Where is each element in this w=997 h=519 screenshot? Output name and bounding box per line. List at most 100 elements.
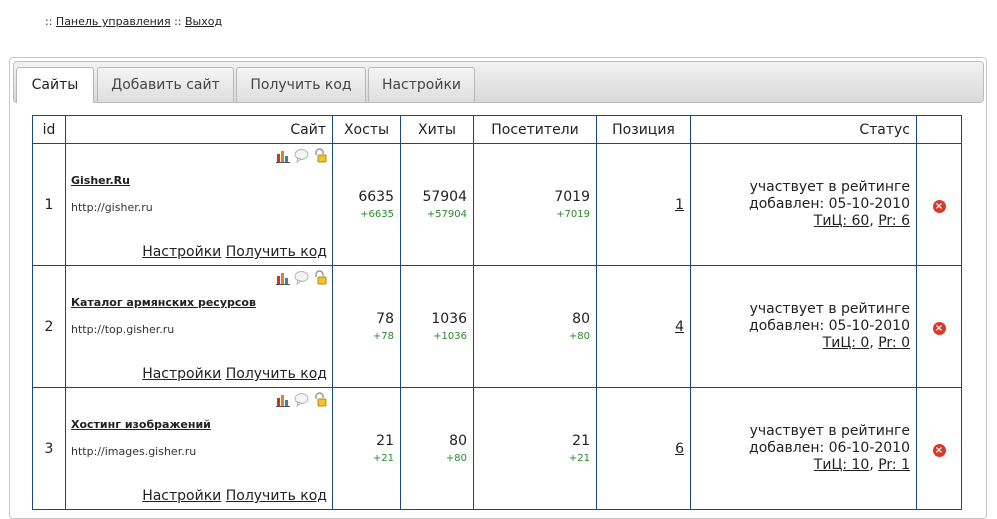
added-date: добавлен: 05-10-2010: [749, 318, 910, 334]
site-cell: Хостинг изображений http://images.gisher…: [65, 387, 333, 510]
visitors-value: 7019: [554, 189, 590, 205]
tab-bar: Сайты Добавить сайт Получить код Настрой…: [13, 61, 984, 103]
delete-icon[interactable]: ×: [932, 443, 946, 457]
added-date: добавлен: 05-10-2010: [749, 196, 910, 212]
position-cell: 6: [596, 387, 691, 510]
hits-value: 57904: [422, 189, 467, 205]
visitors-value: 80: [572, 311, 590, 327]
comment-bubble-icon[interactable]: [294, 270, 309, 286]
status-cell: участвует в рейтинге добавлен: 05-10-201…: [690, 143, 917, 266]
tic-link[interactable]: ТиЦ: 10: [814, 457, 870, 473]
site-actions: Настройки Получить код: [142, 244, 327, 260]
col-status: Статус: [690, 115, 917, 144]
nav-separator: ::: [174, 15, 182, 28]
position-cell: 1: [596, 143, 691, 266]
table-row: 3 Хостинг изображений http://images.gish…: [32, 387, 962, 510]
site-get-code-link[interactable]: Получить код: [226, 244, 327, 260]
site-settings-link[interactable]: Настройки: [142, 366, 221, 382]
status-text: участвует в рейтинге: [749, 179, 910, 195]
position-link[interactable]: 6: [675, 441, 684, 457]
hits-delta: +1036: [433, 331, 467, 342]
site-name-link[interactable]: Каталог армянских ресурсов: [71, 296, 256, 309]
col-actions: [916, 115, 962, 144]
delete-icon[interactable]: ×: [932, 321, 946, 335]
added-date: добавлен: 06-10-2010: [749, 440, 910, 456]
hosts-delta: +21: [372, 453, 394, 464]
visitors-cell: 80 +80: [473, 265, 597, 388]
hits-value: 1036: [431, 311, 467, 327]
col-hosts: Хосты: [332, 115, 401, 144]
lock-icon[interactable]: [312, 270, 327, 285]
pr-link[interactable]: Pr: 6: [878, 213, 910, 229]
stats-chart-icon[interactable]: [276, 148, 291, 163]
logout-link[interactable]: Выход: [185, 15, 222, 28]
delete-cell: ×: [916, 265, 962, 388]
col-id: id: [32, 115, 66, 144]
comment-bubble-icon[interactable]: [294, 392, 309, 408]
top-navigation: :: Панель управления :: Выход: [45, 15, 222, 28]
hits-delta: +80: [445, 453, 467, 464]
site-get-code-link[interactable]: Получить код: [226, 488, 327, 504]
site-name-link[interactable]: Gisher.Ru: [71, 174, 130, 187]
site-id: 2: [32, 265, 66, 388]
hosts-cell: 78 +78: [332, 265, 401, 388]
position-cell: 4: [596, 265, 691, 388]
hosts-cell: 6635 +6635: [332, 143, 401, 266]
site-icons: [276, 148, 327, 164]
visitors-delta: +80: [568, 331, 590, 342]
stats-chart-icon[interactable]: [276, 270, 291, 285]
site-cell: Gisher.Ru http://gisher.ru Настройки Пол…: [65, 143, 333, 266]
visitors-delta: +21: [568, 453, 590, 464]
position-link[interactable]: 4: [675, 319, 684, 335]
position-link[interactable]: 1: [675, 197, 684, 213]
site-actions: Настройки Получить код: [142, 488, 327, 504]
col-site: Сайт: [65, 115, 333, 144]
site-settings-link[interactable]: Настройки: [142, 488, 221, 504]
hits-cell: 1036 +1036: [400, 265, 474, 388]
site-cell: Каталог армянских ресурсов http://top.gi…: [65, 265, 333, 388]
main-panel: Сайты Добавить сайт Получить код Настрой…: [9, 57, 987, 519]
table-row: 2 Каталог армянских ресурсов http://top.…: [32, 265, 962, 388]
sites-table: id Сайт Хосты Хиты Посетители Позиция Ст…: [32, 115, 962, 510]
visitors-value: 21: [572, 433, 590, 449]
site-icons: [276, 392, 327, 408]
visitors-cell: 7019 +7019: [473, 143, 597, 266]
nav-separator: ::: [45, 15, 53, 28]
hits-delta: +57904: [426, 209, 467, 220]
hits-cell: 57904 +57904: [400, 143, 474, 266]
tab-get-code[interactable]: Получить код: [236, 67, 366, 102]
site-name-link[interactable]: Хостинг изображений: [71, 418, 211, 431]
tab-sites[interactable]: Сайты: [16, 67, 94, 103]
status-text: участвует в рейтинге: [749, 423, 910, 439]
tic-link[interactable]: ТиЦ: 0: [823, 335, 870, 351]
hosts-delta: +78: [372, 331, 394, 342]
comment-bubble-icon[interactable]: [294, 148, 309, 164]
visitors-cell: 21 +21: [473, 387, 597, 510]
lock-icon[interactable]: [312, 148, 327, 163]
stats-chart-icon[interactable]: [276, 392, 291, 407]
lock-icon[interactable]: [312, 392, 327, 407]
table-row: 1 Gisher.Ru http://gisher.ru Настройки П…: [32, 143, 962, 266]
status-cell: участвует в рейтинге добавлен: 06-10-201…: [690, 387, 917, 510]
pr-link[interactable]: Pr: 1: [878, 457, 910, 473]
visitors-delta: +7019: [556, 209, 590, 220]
site-get-code-link[interactable]: Получить код: [226, 366, 327, 382]
site-url: http://top.gisher.ru: [71, 323, 175, 336]
tic-link[interactable]: ТиЦ: 60: [814, 213, 870, 229]
hosts-delta: +6635: [360, 209, 394, 220]
col-position: Позиция: [596, 115, 691, 144]
site-id: 3: [32, 387, 66, 510]
col-visitors: Посетители: [473, 115, 597, 144]
site-actions: Настройки Получить код: [142, 366, 327, 382]
tab-settings[interactable]: Настройки: [368, 67, 475, 102]
status-cell: участвует в рейтинге добавлен: 05-10-201…: [690, 265, 917, 388]
tab-add-site[interactable]: Добавить сайт: [97, 67, 234, 102]
site-settings-link[interactable]: Настройки: [142, 244, 221, 260]
control-panel-link[interactable]: Панель управления: [56, 15, 171, 28]
delete-cell: ×: [916, 143, 962, 266]
hosts-value: 21: [376, 433, 394, 449]
delete-icon[interactable]: ×: [932, 199, 946, 213]
pr-link[interactable]: Pr: 0: [878, 335, 910, 351]
col-hits: Хиты: [400, 115, 474, 144]
hits-cell: 80 +80: [400, 387, 474, 510]
